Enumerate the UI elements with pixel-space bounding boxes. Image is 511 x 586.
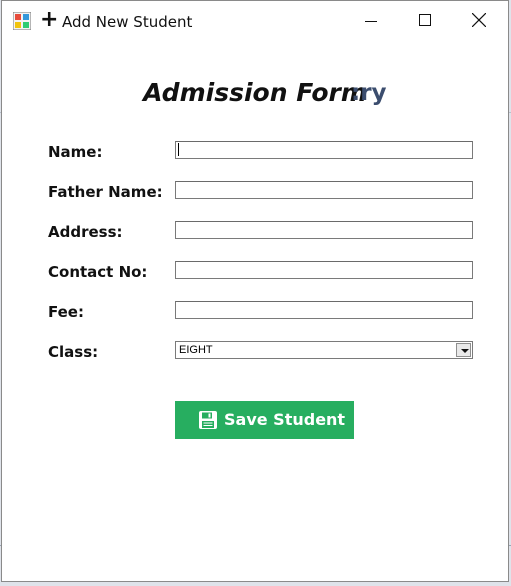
father-name-label: Father Name: [48,183,163,201]
dropdown-button[interactable] [456,343,471,357]
save-student-button[interactable]: Save Student [175,401,354,439]
address-label: Address: [48,223,123,241]
title-bar[interactable]: + Add New Student [2,1,508,41]
class-select-value: EIGHT [179,344,213,356]
window-title: Add New Student [62,13,193,31]
close-button[interactable] [452,1,506,41]
address-input[interactable] [175,221,473,239]
minimize-icon [365,21,377,22]
maximize-button[interactable] [398,1,452,41]
fee-label: Fee: [48,303,84,321]
class-select[interactable]: EIGHT [175,341,473,359]
form-heading: Admission Form [143,78,367,107]
minimize-button[interactable] [344,1,398,41]
contact-label: Contact No: [48,263,148,281]
text-caret [178,143,179,156]
fee-input[interactable] [175,301,473,319]
maximize-icon [419,14,431,26]
save-button-label: Save Student [224,410,346,429]
class-label: Class: [48,343,99,361]
contact-input[interactable] [175,261,473,279]
father-name-input[interactable] [175,181,473,199]
background-text-fragment: :ry [351,80,387,106]
floppy-disk-icon [199,411,217,429]
name-label: Name: [48,143,103,161]
add-student-window: + Add New Student Admission Form :ry Nam… [1,0,509,582]
close-icon [472,13,486,27]
app-icon [13,12,31,30]
name-input[interactable] [175,141,473,159]
plus-icon: + [40,7,59,32]
chevron-down-icon [461,349,469,353]
